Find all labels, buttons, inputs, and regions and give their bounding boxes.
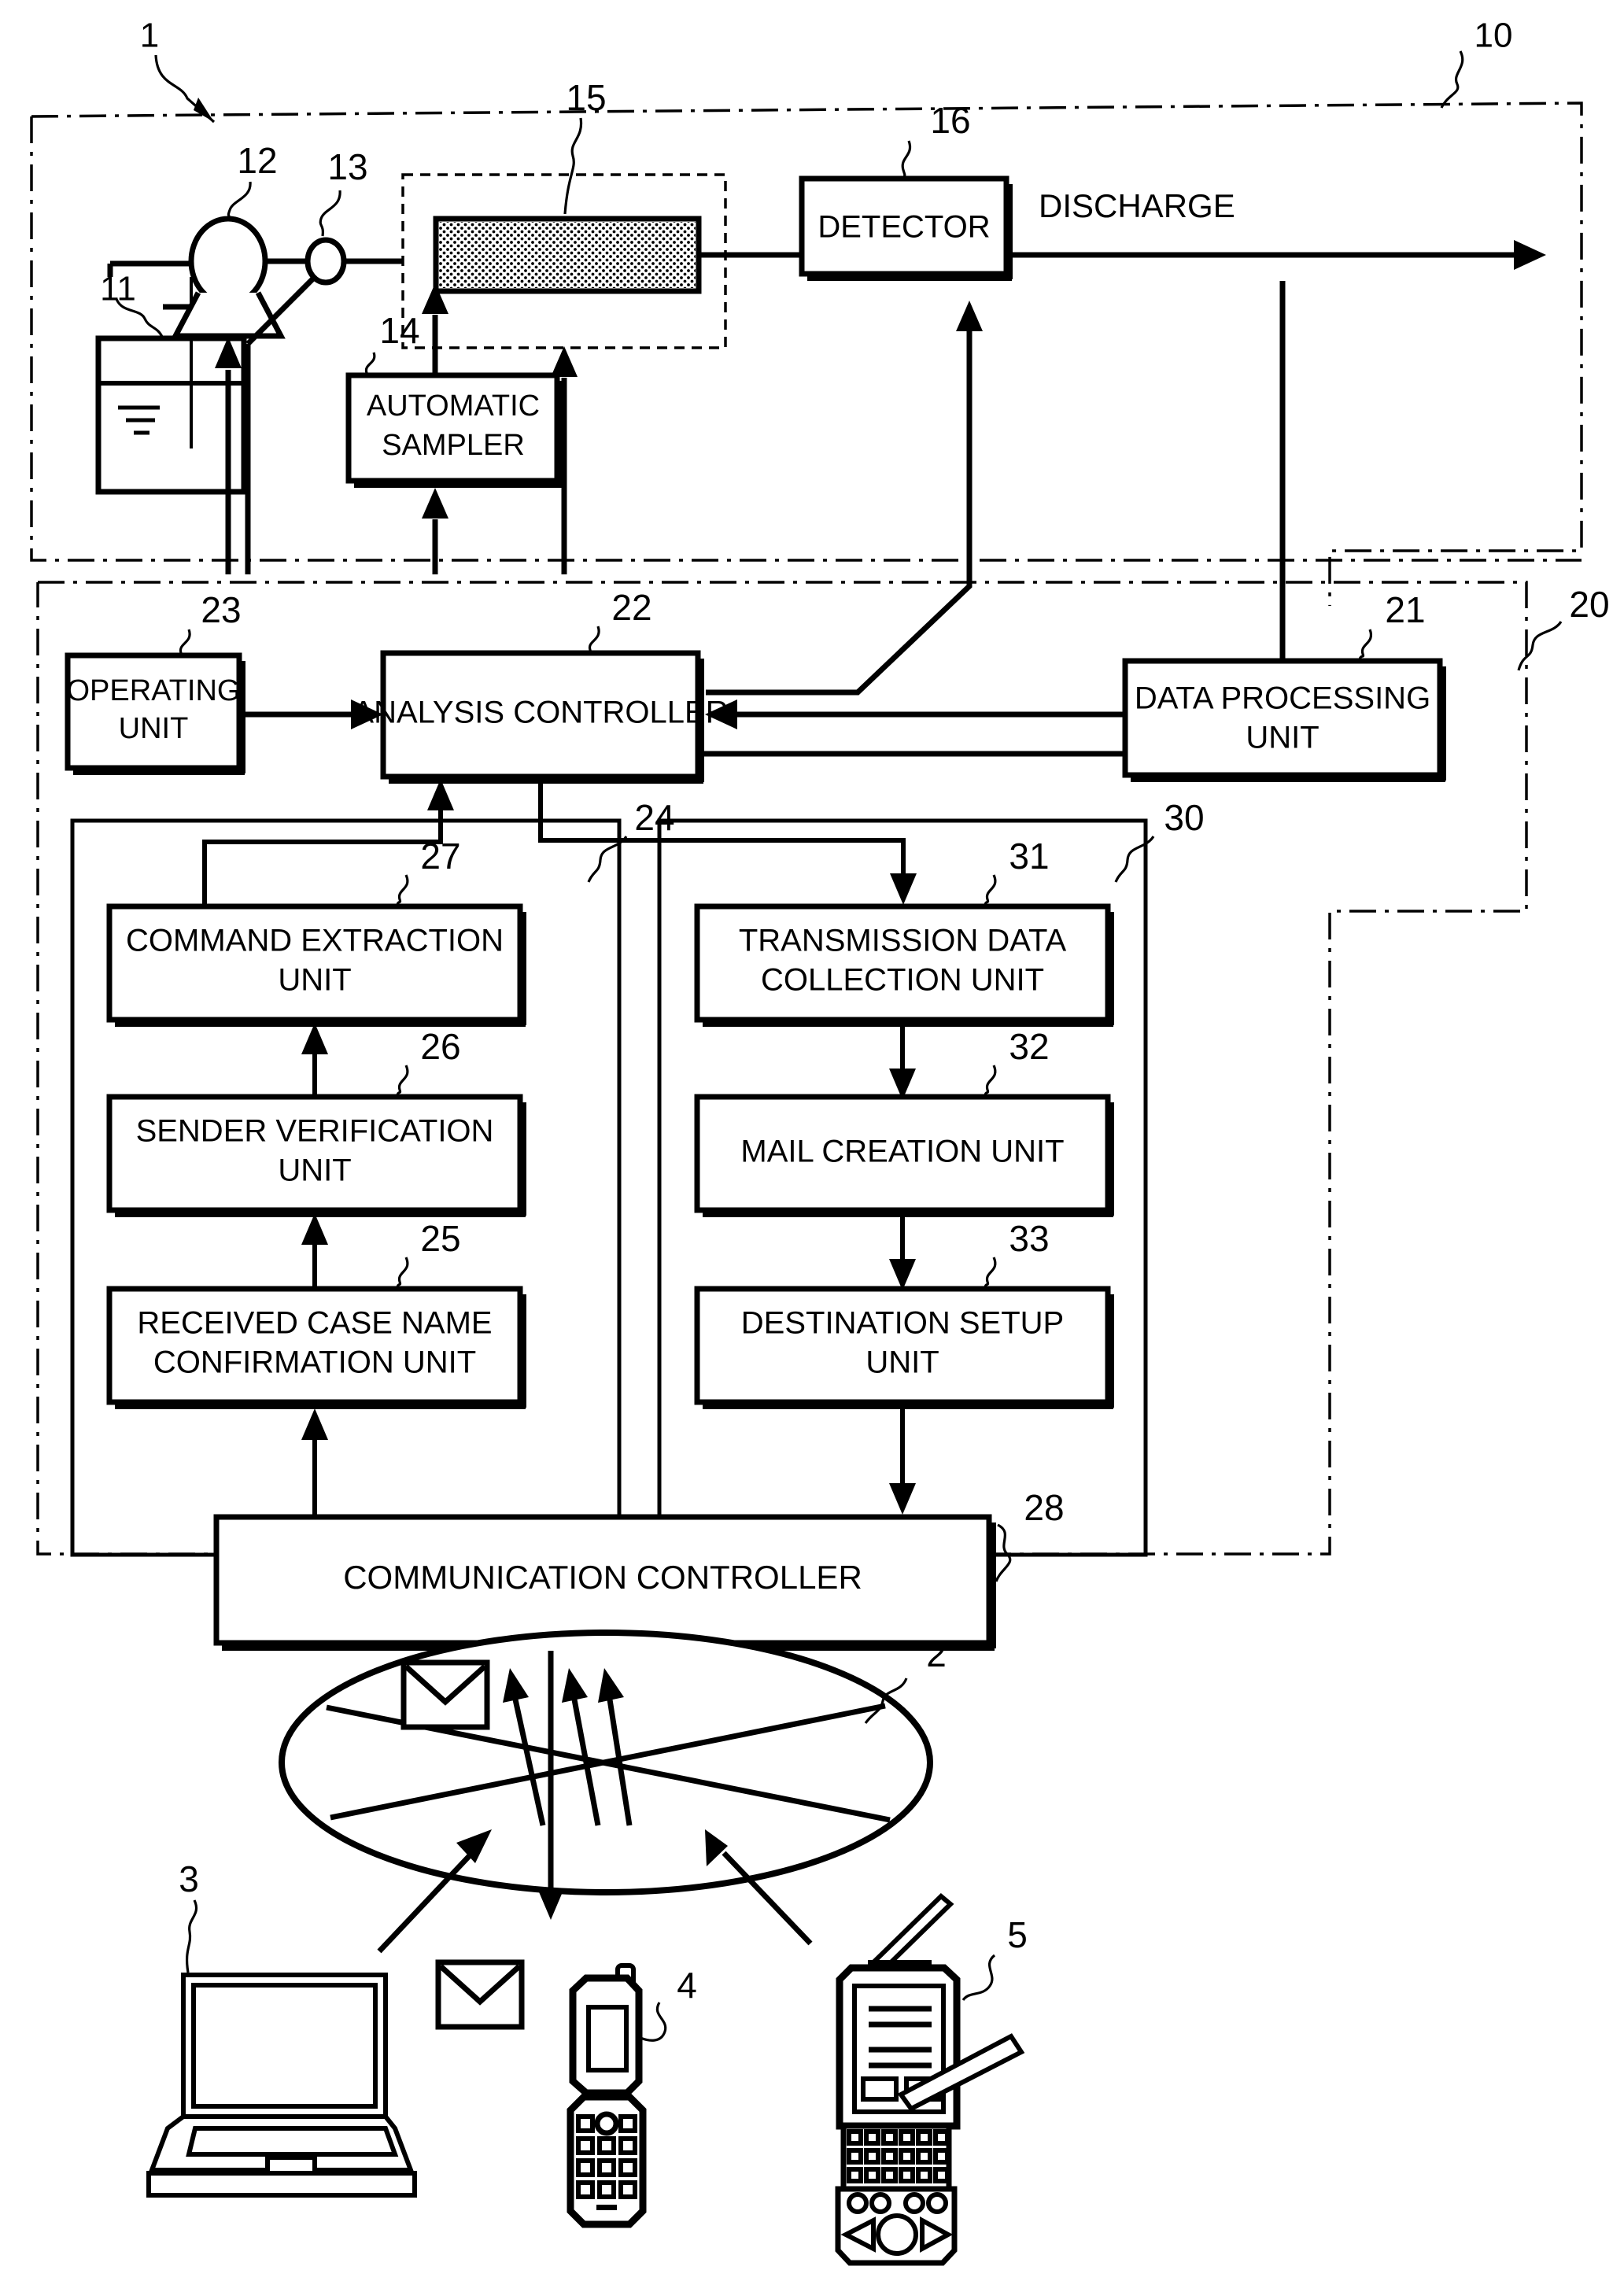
automatic-sampler-label-2: SAMPLER: [382, 429, 525, 462]
command-extraction-label-1: COMMAND EXTRACTION: [126, 924, 504, 958]
ref-num-4: 4: [677, 1965, 697, 2006]
ref-leader-12: [227, 181, 252, 220]
injector-valve-icon: [265, 237, 403, 286]
ref-leader-30: [1114, 836, 1155, 883]
ref-num-24: 24: [634, 797, 674, 838]
ref-num-32: 32: [1009, 1026, 1049, 1067]
ref-num-26: 26: [420, 1026, 460, 1067]
tdc-label-2: COLLECTION UNIT: [761, 963, 1044, 998]
ref-num-22: 22: [611, 587, 651, 628]
ref-num-14: 14: [379, 310, 419, 351]
ref-num-20: 20: [1569, 584, 1609, 625]
ref-leader-16: [901, 140, 912, 180]
mail-envelope-icon-bottom: [435, 1959, 525, 2030]
ref-leader-33: [984, 1257, 997, 1288]
command-extraction-label-2: UNIT: [278, 963, 351, 998]
pda-terminal-icon: [835, 1892, 1025, 2266]
pump-icon: [171, 216, 286, 339]
ref-num-5: 5: [1007, 1914, 1028, 1955]
ref-leader-4: [640, 2002, 667, 2042]
ref-num-12: 12: [237, 140, 277, 181]
automatic-sampler-label-1: AUTOMATIC: [367, 389, 540, 423]
ref-num-2: 2: [926, 1633, 947, 1674]
patent-figure-canvas: 1 10 11 12 13 15 DETECTOR 16 DISCHARGE A…: [0, 0, 1624, 2281]
arrow-33-to-comm: [889, 1409, 916, 1515]
ref-num-1: 1: [140, 17, 159, 55]
ref-num-28: 28: [1024, 1487, 1064, 1528]
ref-leader-5: [961, 1954, 996, 2002]
received-case-name-label-2: CONFIRMATION UNIT: [153, 1345, 476, 1380]
mobile-phone-icon: [567, 1963, 647, 2228]
communication-controller-label: COMMUNICATION CONTROLLER: [343, 1559, 862, 1596]
ref-leader-1: [154, 54, 216, 124]
arrow-32-to-33: [889, 1217, 916, 1290]
received-case-name-label-1: RECEIVED CASE NAME: [137, 1306, 492, 1341]
dpu-label-2: UNIT: [1246, 721, 1319, 755]
ref-num-30: 30: [1164, 797, 1204, 838]
discharge-flow-arrow: [1012, 240, 1546, 270]
ref-leader-10: [1440, 50, 1464, 109]
operating-unit-label-1: OPERATING: [67, 674, 241, 707]
arrow-31-to-32: [889, 1027, 916, 1100]
arrow-controller-to-dpu: [704, 739, 1190, 769]
destination-setup-label-1: DESTINATION SETUP: [741, 1306, 1064, 1341]
ref-leader-27: [396, 874, 409, 906]
ref-num-27: 27: [420, 836, 460, 877]
destination-setup-label-2: UNIT: [866, 1345, 939, 1380]
ref-num-21: 21: [1385, 589, 1425, 630]
arrow-25-to-26: [301, 1213, 328, 1290]
diagram-svg: 1 10 11 12 13 15 DETECTOR 16 DISCHARGE A…: [30, 17, 1610, 2266]
ref-num-33: 33: [1009, 1218, 1049, 1259]
ref-leader-20: [1517, 621, 1563, 671]
arrow-controller-to-detector: [706, 301, 983, 696]
ref-num-16: 16: [930, 100, 970, 141]
ref-leader-21: [1358, 629, 1373, 660]
ref-num-23: 23: [201, 589, 241, 630]
chromatography-column-icon: [433, 216, 702, 294]
arrow-dpu-to-controller: [705, 699, 1190, 729]
tdc-label-1: TRANSMISSION DATA: [739, 924, 1067, 958]
ref-num-13: 13: [327, 146, 367, 187]
ref-num-3: 3: [179, 1858, 199, 1899]
ref-num-31: 31: [1009, 836, 1049, 877]
dpu-label-1: DATA PROCESSING: [1135, 681, 1430, 716]
detector-label: DETECTOR: [818, 210, 990, 245]
mail-creation-label: MAIL CREATION UNIT: [740, 1135, 1064, 1169]
ref-leader-13: [319, 190, 341, 237]
ref-num-15: 15: [566, 77, 606, 118]
ref-num-10: 10: [1475, 17, 1513, 55]
ref-leader-32: [984, 1065, 997, 1096]
ref-leader-3: [186, 1899, 198, 1973]
sender-verification-label-2: UNIT: [278, 1153, 351, 1188]
mail-envelope-icon-top: [400, 1659, 490, 1730]
discharge-label: DISCHARGE: [1039, 187, 1235, 224]
ref-num-11: 11: [100, 270, 136, 308]
arrow-detector-to-dpu: [1269, 281, 1296, 704]
arrow-sampler-to-valve: [422, 283, 448, 375]
operating-unit-label-2: UNIT: [119, 712, 189, 745]
ref-leader-15: [563, 117, 583, 215]
ref-leader-26: [396, 1065, 409, 1096]
laptop-icon: [146, 1973, 417, 2198]
sender-verification-label-1: SENDER VERIFICATION: [136, 1114, 494, 1149]
analysis-controller-label: ANALYSIS CONTROLLER: [352, 696, 728, 730]
line-27-to-controller: [202, 779, 454, 912]
ref-num-25: 25: [420, 1218, 460, 1259]
arrow-26-to-27: [301, 1023, 328, 1098]
ref-leader-31: [984, 874, 997, 906]
line-controller-to-31: [538, 784, 917, 905]
ref-leader-25: [396, 1257, 409, 1288]
